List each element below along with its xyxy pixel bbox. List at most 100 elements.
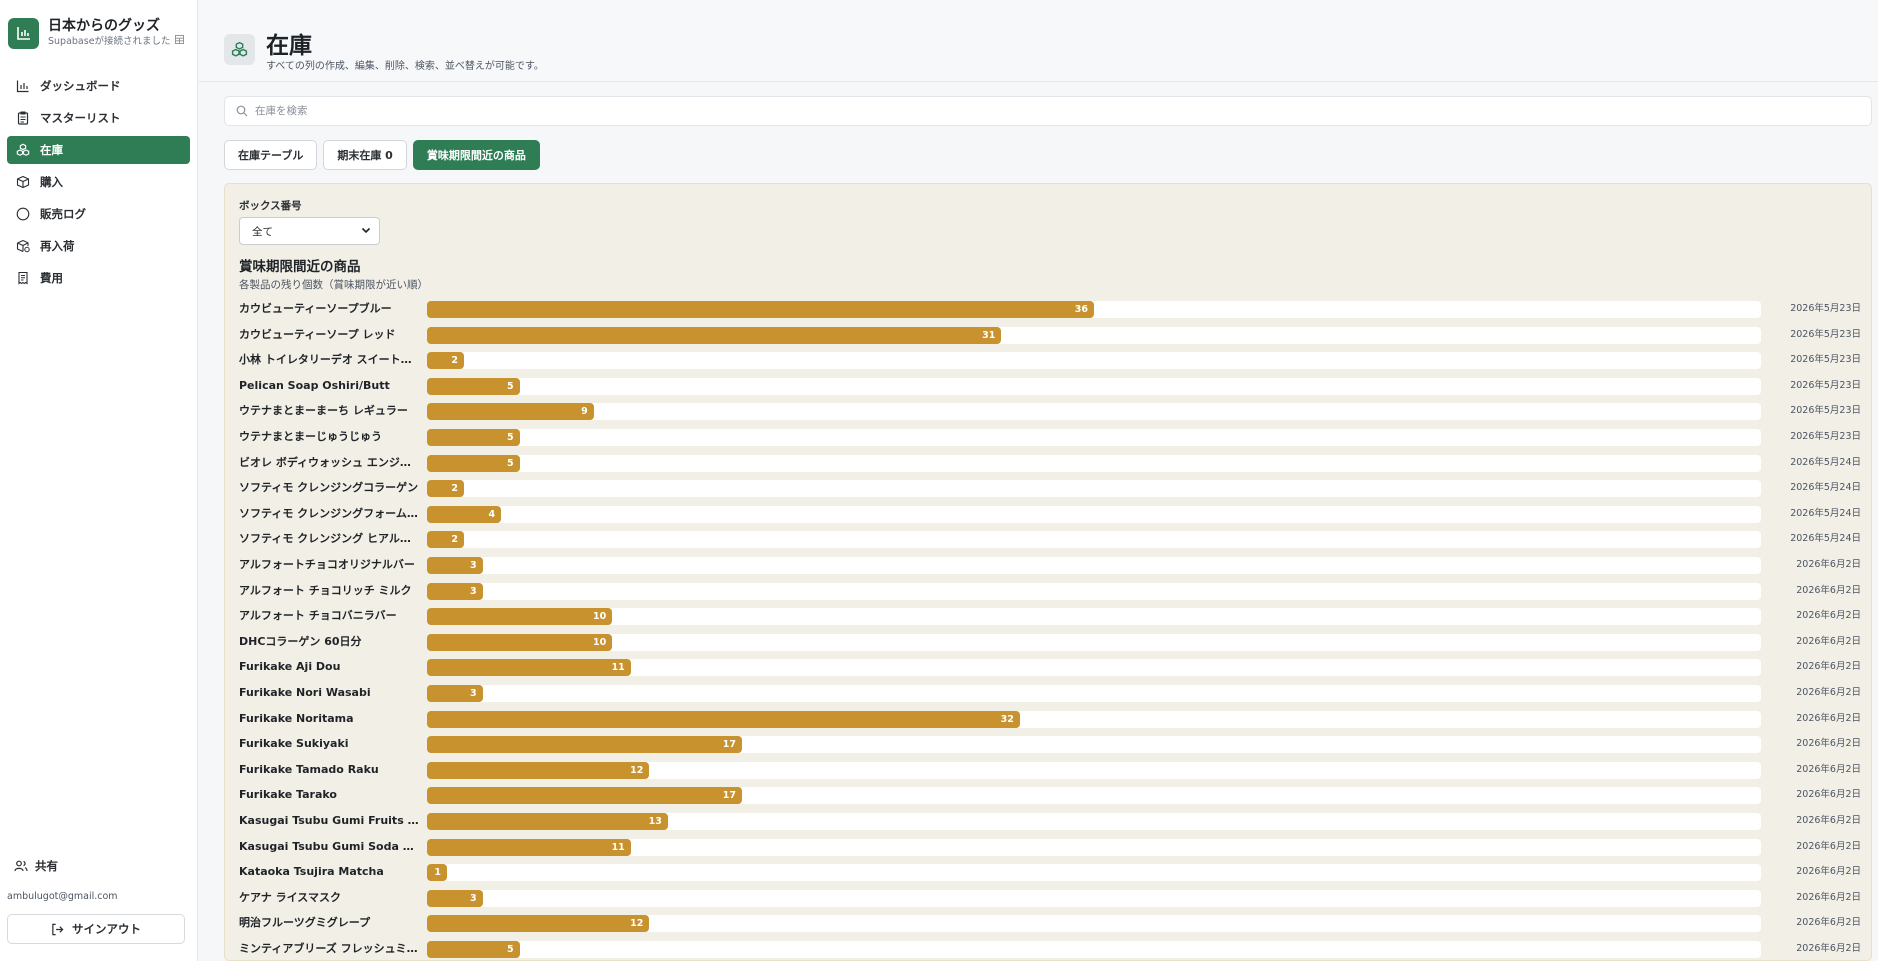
sidebar-item-5[interactable]: 再入荷 [7, 232, 190, 260]
box-number-select[interactable]: 全て [239, 217, 380, 245]
chart-row: カウビューティーソープブルー 36 2026年5月23日 [225, 299, 1871, 319]
expiry-date: 2026年5月23日 [1790, 380, 1861, 391]
bar: 11 [427, 659, 631, 676]
product-label: Kasugai Tsubu Gumi Fruits Mix [239, 814, 419, 827]
brand-title: 日本からのグッズ [48, 17, 160, 34]
package-icon [16, 175, 30, 189]
expiry-date: 2026年5月24日 [1790, 508, 1861, 519]
product-label: アルフォートチョコオリジナルバー [239, 558, 415, 571]
search-icon [236, 102, 248, 121]
bar: 31 [427, 327, 1002, 344]
expiry-date: 2026年6月2日 [1796, 815, 1861, 826]
clipboard-icon [16, 111, 30, 125]
boxes-icon [16, 143, 30, 157]
product-label: Kataoka Tsujira Matcha [239, 865, 384, 878]
boxes-icon [224, 34, 255, 65]
bar: 10 [427, 634, 613, 651]
signout-label: サインアウト [72, 922, 141, 936]
sidebar-item-3[interactable]: 購入 [7, 168, 190, 196]
bar-value-label: 10 [593, 611, 607, 622]
sidebar-item-1[interactable]: マスターリスト [7, 104, 190, 132]
tab-1[interactable]: 期末在庫 0 [323, 140, 407, 170]
expiry-date: 2026年6月2日 [1796, 764, 1861, 775]
bar-value-label: 5 [507, 432, 514, 443]
search-input[interactable] [255, 105, 1755, 117]
product-label: ケアナ ライスマスク [239, 891, 341, 904]
sidebar-item-label: 費用 [40, 271, 63, 285]
bar: 5 [427, 941, 520, 958]
bar-value-label: 3 [469, 586, 477, 597]
bar-value-label: 3 [469, 688, 477, 699]
expiry-date: 2026年6月2日 [1796, 687, 1861, 698]
product-label: カウビューティーソープブルー [239, 302, 392, 315]
product-label: DHCコラーゲン 60日分 [239, 635, 362, 648]
bar-track: 10 [427, 608, 1761, 625]
bar-value-label: 31 [982, 330, 996, 341]
product-label: Furikake Tamado Raku [239, 763, 379, 776]
bar: 3 [427, 583, 483, 600]
sidebar-item-2[interactable]: 在庫 [7, 136, 190, 164]
bar: 3 [427, 557, 483, 574]
product-label: カウビューティーソープ レッド [239, 328, 396, 341]
bar: 13 [427, 813, 668, 830]
expiry-date: 2026年6月2日 [1796, 585, 1861, 596]
sidebar-item-6[interactable]: 費用 [7, 264, 190, 292]
expiring-panel: ボックス番号 全て 賞味期限間近の商品 各製品の残り個数（賞味期限が近い順） カ… [224, 183, 1872, 961]
bar-track: 11 [427, 659, 1761, 676]
chart-row: 小林 トイレタリーデオ スイートフローラル 2 2026年5月23日 [225, 350, 1871, 370]
share-label: 共有 [35, 859, 58, 873]
bar: 2 [427, 531, 465, 548]
bar: 5 [427, 429, 520, 446]
tab-2[interactable]: 賞味期限間近の商品 [412, 140, 540, 170]
expiry-date: 2026年5月24日 [1790, 533, 1861, 544]
sidebar-item-0[interactable]: ダッシュボード [7, 72, 190, 100]
bar-track: 12 [427, 762, 1761, 779]
bar-value-label: 11 [611, 842, 625, 853]
sidebar-item-label: 在庫 [40, 143, 63, 157]
bar-track: 2 [427, 531, 1761, 548]
bar-track: 10 [427, 634, 1761, 651]
bar-value-label: 5 [507, 944, 514, 955]
expiry-date: 2026年5月23日 [1790, 405, 1861, 416]
chart-row: Kasugai Tsubu Gumi Soda Mix 11 2026年6月2日 [225, 837, 1871, 857]
chart-row: 明治フルーツグミグレープ 12 2026年6月2日 [225, 913, 1871, 933]
chart-row: Furikake Aji Dou 11 2026年6月2日 [225, 657, 1871, 677]
chart-row: ミンティアブリーズ フレッシュミント 5 2026年6月2日 [225, 939, 1871, 959]
chart-row: アルフォート チョコリッチ ミルク 3 2026年6月2日 [225, 581, 1871, 601]
page-header: 在庫 すべての列の作成、編集、削除、検索、並べ替えが可能です。 [199, 0, 1878, 82]
bar-track: 3 [427, 685, 1761, 702]
bar-track: 11 [427, 839, 1761, 856]
expiry-date: 2026年5月23日 [1790, 431, 1861, 442]
bar: 4 [427, 506, 502, 523]
product-label: ソフティモ クレンジングコラーゲン [239, 481, 419, 494]
bar: 1 [427, 864, 447, 881]
expiry-date: 2026年5月23日 [1790, 354, 1861, 365]
bar-value-label: 17 [722, 739, 736, 750]
sidebar: 日本からのグッズ Supabaseが接続されました ダッシュボード マスターリスト… [0, 0, 198, 961]
expiry-date: 2026年5月23日 [1790, 303, 1861, 314]
bar: 5 [427, 455, 520, 472]
expiry-date: 2026年6月2日 [1796, 841, 1861, 852]
bar: 12 [427, 915, 650, 932]
chart-row: カウビューティーソープ レッド 31 2026年5月23日 [225, 325, 1871, 345]
tab-0[interactable]: 在庫テーブル [224, 140, 318, 170]
sidebar-item-4[interactable]: 販売ログ [7, 200, 190, 228]
chart-row: Kasugai Tsubu Gumi Fruits Mix 13 2026年6月2日 [225, 811, 1871, 831]
expiry-date: 2026年5月23日 [1790, 329, 1861, 340]
bar-value-label: 10 [593, 637, 607, 648]
bar-track: 17 [427, 787, 1761, 804]
box-number-selected: 全て [252, 225, 273, 238]
expiry-date: 2026年6月2日 [1796, 559, 1861, 570]
expiry-date: 2026年6月2日 [1796, 943, 1861, 954]
chart-row: アルフォート チョコバニラバー 10 2026年6月2日 [225, 606, 1871, 626]
signout-button[interactable]: サインアウト [7, 914, 185, 944]
product-label: 明治フルーツグミグレープ [239, 916, 371, 929]
bar-track: 3 [427, 583, 1761, 600]
share-button[interactable]: 共有 [14, 858, 58, 874]
user-email: ambulugot@gmail.com [7, 891, 118, 902]
bar-track: 5 [427, 941, 1761, 958]
sidebar-item-label: 購入 [40, 175, 63, 189]
bar: 12 [427, 762, 650, 779]
chart-row: Furikake Tamado Raku 12 2026年6月2日 [225, 760, 1871, 780]
chart-row: ケアナ ライスマスク 3 2026年6月2日 [225, 888, 1871, 908]
